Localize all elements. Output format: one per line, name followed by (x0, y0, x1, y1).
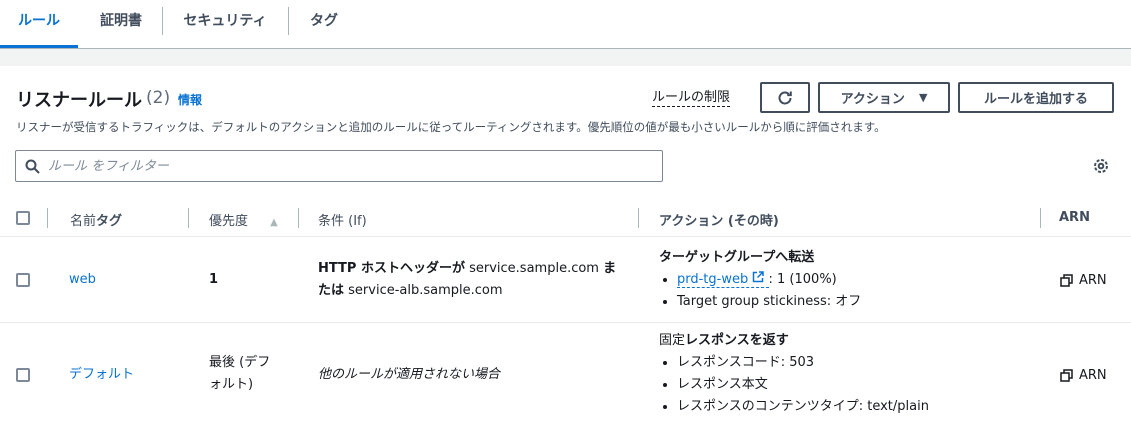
copy-icon (1060, 274, 1073, 287)
rule-condition: 他のルールが適用されない場合 (318, 367, 501, 382)
section-gap (0, 49, 1131, 66)
sort-ascending-icon: ▲ (270, 217, 278, 228)
actions-button-label: アクション (840, 92, 905, 107)
filter-input[interactable] (46, 155, 646, 177)
description-text: リスナーが受信するトラフィックは、デフォルトのアクションと追加のルールに従ってル… (16, 120, 886, 134)
list-item: prd-tg-web : 1 (100%) (677, 269, 1029, 291)
list-item: レスポンスコード: 503 (677, 352, 1029, 374)
rule-name-link[interactable]: デフォルト (69, 364, 134, 386)
select-all-checkbox[interactable] (16, 211, 30, 225)
list-item: Target group stickiness: オフ (677, 291, 1029, 313)
column-header-arn[interactable]: ARN (1059, 210, 1090, 225)
copy-arn-button[interactable]: ARN (1060, 368, 1107, 383)
rule-priority: 1 (209, 272, 219, 287)
column-header-name-tag[interactable]: 名前タグ (70, 210, 122, 229)
tab-certificates[interactable]: 証明書 (85, 0, 157, 48)
gear-icon[interactable] (1092, 157, 1110, 175)
column-header-conditions[interactable]: 条件 (If) (318, 210, 367, 229)
tab-divider (288, 7, 289, 35)
column-header-priority[interactable]: 優先度 ▲ (209, 210, 278, 229)
list-item: レスポンスのコンテンツタイプ: text/plain (677, 396, 1029, 418)
copy-icon (1060, 369, 1073, 382)
column-divider (1040, 208, 1041, 228)
rule-actions: ターゲットグループへ転送 prd-tg-web : 1 (100%) Targe… (659, 247, 1029, 313)
row-checkbox[interactable] (16, 273, 30, 287)
tab-divider (162, 7, 163, 35)
tab-security-label: セキュリティ (183, 13, 267, 29)
refresh-icon (778, 91, 792, 104)
column-divider (638, 208, 639, 228)
column-divider (298, 208, 299, 228)
tab-rules-label: ルール (18, 13, 60, 29)
target-group-link[interactable]: prd-tg-web (677, 271, 769, 288)
list-item: レスポンス本文 (677, 374, 1029, 396)
tab-security[interactable]: セキュリティ (170, 0, 280, 48)
rule-count: (2) (146, 88, 171, 108)
action-title: ターゲットグループへ転送 (659, 250, 815, 265)
page-title: リスナールール (16, 90, 142, 111)
tab-tags-label: タグ (310, 13, 338, 29)
actions-dropdown-button[interactable]: アクション ▼ (818, 82, 950, 113)
caret-down-icon: ▼ (918, 91, 928, 104)
action-title: 固定レスポンスを返す (659, 333, 789, 348)
column-divider (188, 208, 189, 228)
column-header-actions[interactable]: アクション (その時) (659, 210, 779, 229)
search-icon (25, 159, 40, 174)
rule-priority: 最後 (デフ ォルト) (209, 355, 271, 392)
table-header: 名前タグ 優先度 ▲ 条件 (If) アクション (その時) ARN (0, 199, 1131, 237)
add-rule-button[interactable]: ルールを追加する (958, 82, 1114, 113)
tab-bar: ルール 証明書 セキュリティ タグ (0, 0, 1131, 49)
info-link[interactable]: 情報 (178, 91, 202, 108)
add-rule-label: ルールを追加する (983, 92, 1088, 107)
filter-box (15, 150, 663, 182)
row-checkbox[interactable] (16, 368, 30, 382)
tab-rules[interactable]: ルール (0, 0, 78, 48)
row-divider (0, 322, 1131, 323)
rule-condition: HTTP ホストヘッダーが service.sample.com ま たは se… (318, 261, 617, 298)
column-divider (47, 208, 48, 228)
tab-tags[interactable]: タグ (296, 0, 352, 48)
rule-limits-link[interactable]: ルールの制限 (652, 90, 731, 107)
refresh-button[interactable] (760, 82, 810, 113)
rule-name-link[interactable]: web (69, 269, 96, 291)
active-tab-underline (0, 45, 78, 48)
external-link-icon (752, 271, 768, 287)
priority-header-label: 優先度 (209, 214, 249, 229)
tab-certificates-label: 証明書 (100, 13, 142, 29)
copy-arn-button[interactable]: ARN (1060, 273, 1107, 288)
rule-actions: 固定レスポンスを返す レスポンスコード: 503 レスポンス本文 レスポンスのコ… (659, 330, 1029, 418)
